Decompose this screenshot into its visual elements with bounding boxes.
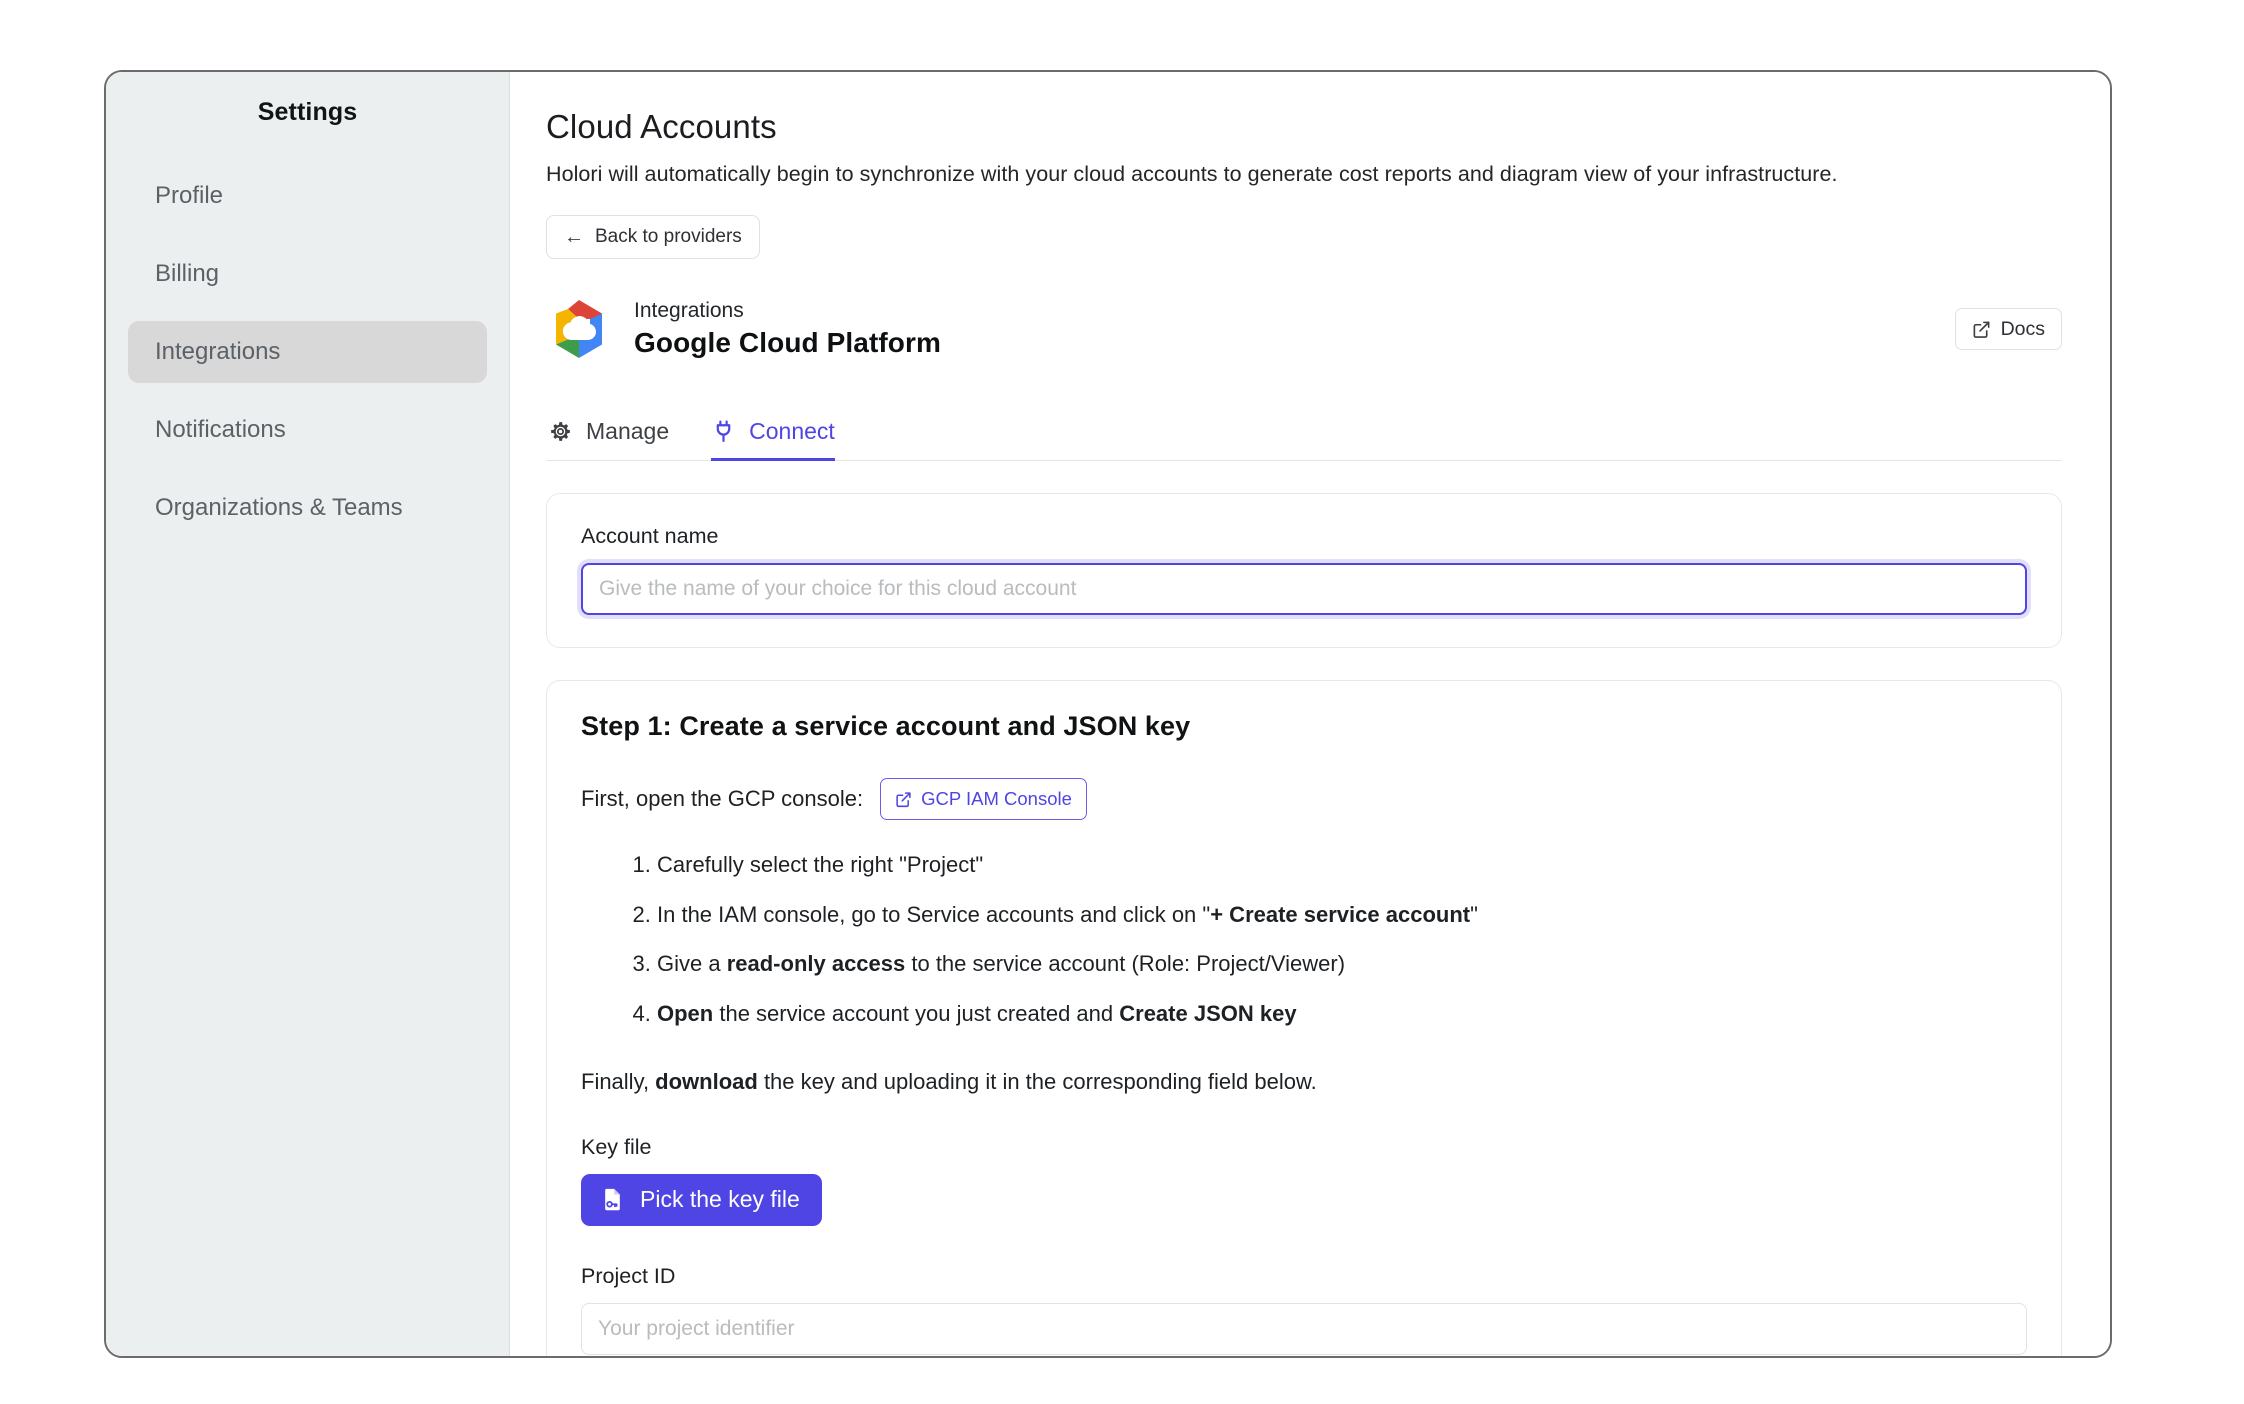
tab-connect-label: Connect <box>749 418 835 444</box>
step-instruction-item: Give a read-only access to the service a… <box>657 949 2027 979</box>
file-key-icon <box>599 1186 626 1213</box>
emphasis-text: Open <box>657 1001 714 1027</box>
external-link-icon <box>895 791 912 808</box>
emphasis-text: Create JSON key <box>1119 1001 1297 1027</box>
step-instruction-item: In the IAM console, go to Service accoun… <box>657 900 2027 930</box>
pick-key-file-button[interactable]: Pick the key file <box>581 1173 822 1226</box>
step-1-card: Step 1: Create a service account and JSO… <box>546 680 2062 1356</box>
provider-header: Integrations Google Cloud Platform Docs <box>546 293 2062 365</box>
gear-icon <box>548 419 573 444</box>
account-name-card: Account name <box>546 493 2062 648</box>
sidebar-title: Settings <box>257 98 358 126</box>
project-id-input[interactable] <box>581 1302 2027 1355</box>
step-instruction-item: Open the service account you just create… <box>657 999 2027 1029</box>
plain-text: to the service account (Role: Project/Vi… <box>905 951 1346 977</box>
sidebar-item-label: Integrations <box>155 338 281 365</box>
sidebar-item-label: Notifications <box>155 416 286 443</box>
pick-key-file-label: Pick the key file <box>640 1186 800 1213</box>
plain-text: Give a <box>657 951 727 977</box>
key-file-label: Key file <box>581 1134 652 1159</box>
page-subtitle: Holori will automatically begin to synch… <box>546 162 1838 186</box>
plain-text: the key and uploading it in the correspo… <box>757 1068 1317 1094</box>
plain-text: In the IAM console, go to Service accoun… <box>657 901 1211 927</box>
page-title: Cloud Accounts <box>546 108 777 145</box>
account-name-input[interactable] <box>581 563 2027 615</box>
plain-text: Carefully select the right "Project" <box>657 852 984 877</box>
gcp-iam-console-button[interactable]: GCP IAM Console <box>880 778 1087 820</box>
gcp-iam-console-label: GCP IAM Console <box>921 788 1072 809</box>
provider-title-block: Integrations Google Cloud Platform <box>634 298 941 359</box>
plug-icon <box>711 419 736 444</box>
app-window: Settings Profile Billing Integrations Notif… <box>104 70 2112 1358</box>
tab-connect[interactable]: Connect <box>711 418 835 461</box>
project-id-label: Project ID <box>581 1263 676 1288</box>
plain-text: " <box>1470 901 1478 927</box>
step-1-title: Step 1: Create a service account and JSO… <box>581 711 1191 741</box>
tab-manage-label: Manage <box>586 418 670 444</box>
gcp-console-prefix: First, open the GCP console: <box>581 786 864 811</box>
plain-text: Finally, <box>581 1068 656 1094</box>
provider-tabs: Manage Connect <box>546 403 2062 461</box>
tab-manage[interactable]: Manage <box>548 418 669 461</box>
sidebar-nav-list: Profile Billing Integrations Notifications O… <box>106 165 509 539</box>
sidebar-item-billing[interactable]: Billing <box>128 243 487 305</box>
settings-sidebar: Settings Profile Billing Integrations Notif… <box>106 72 510 1356</box>
arrow-left-icon: ← <box>564 226 584 248</box>
gcp-console-line: First, open the GCP console: GCP IAM Con… <box>581 778 2027 820</box>
sidebar-item-label: Profile <box>155 182 224 209</box>
emphasis-text: + Create service account <box>1210 901 1471 927</box>
external-link-icon <box>1972 320 1991 339</box>
emphasis-text: read-only access <box>726 951 906 977</box>
sidebar-item-label: Organizations & Teams <box>155 494 403 521</box>
sidebar-item-integrations[interactable]: Integrations <box>128 321 487 383</box>
back-to-providers-button[interactable]: ← Back to providers <box>546 215 760 259</box>
emphasis-text: download <box>655 1068 758 1094</box>
sidebar-item-label: Billing <box>155 260 220 287</box>
docs-button-label: Docs <box>2000 317 2045 340</box>
sidebar-item-notifications[interactable]: Notifications <box>128 399 487 461</box>
plain-text: the service account you just created and <box>713 1001 1120 1027</box>
step-instruction-item: Carefully select the right "Project" <box>657 850 2027 880</box>
main-content: Cloud Accounts Holori will automatically… <box>510 72 2110 1356</box>
docs-button[interactable]: Docs <box>1954 308 2062 350</box>
sidebar-item-organizations-teams[interactable]: Organizations & Teams <box>128 477 487 539</box>
step-instructions-list: Carefully select the right "Project" In t… <box>581 850 2027 1029</box>
account-name-label: Account name <box>581 524 719 548</box>
finally-instruction: Finally, download the key and uploading … <box>581 1069 2027 1095</box>
provider-name: Google Cloud Platform <box>634 326 941 358</box>
back-button-label: Back to providers <box>595 226 742 247</box>
provider-kicker: Integrations <box>634 299 744 323</box>
sidebar-item-profile[interactable]: Profile <box>128 165 487 227</box>
google-cloud-logo <box>546 296 612 362</box>
